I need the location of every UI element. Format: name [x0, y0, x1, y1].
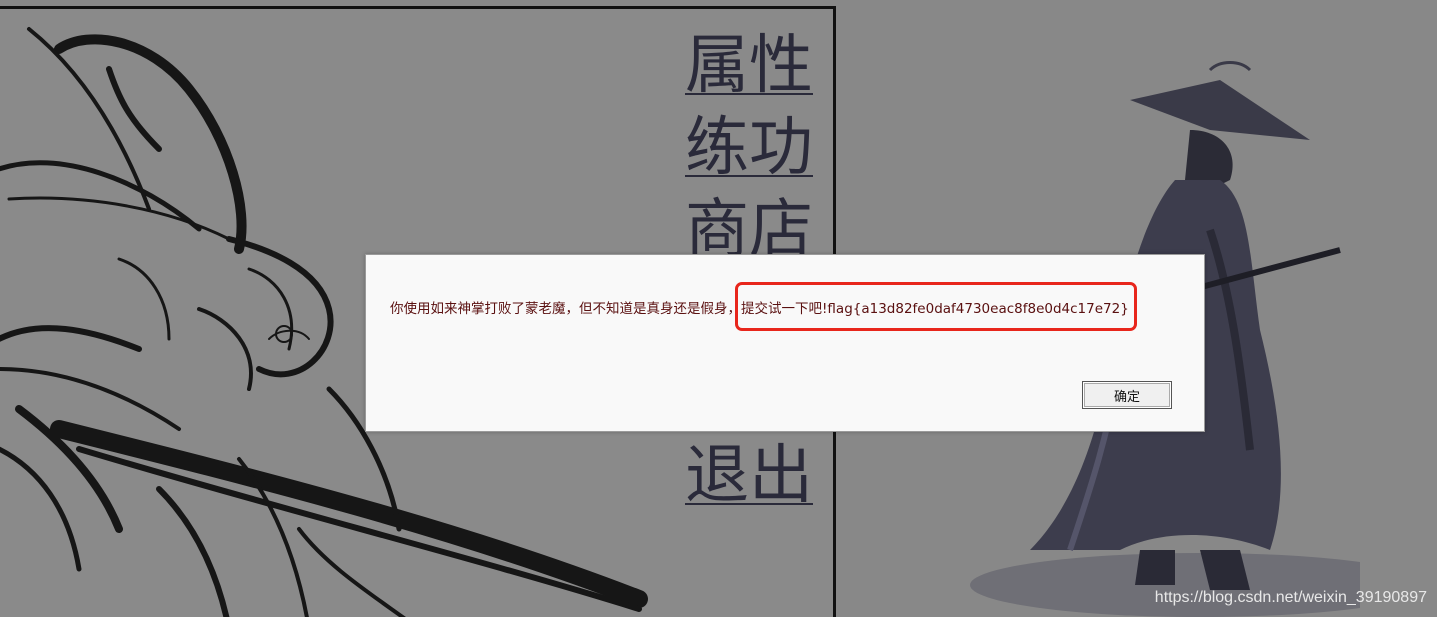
flag-highlight: 提交试一下吧!flag{a13d82fe0daf4730eac8f8e0d4c1… — [735, 282, 1137, 331]
game-menu: 属性 练功 商店 退出 — [685, 25, 825, 513]
menu-link-training[interactable]: 练功 — [685, 107, 825, 189]
watermark: https://blog.csdn.net/weixin_39190897 — [1154, 589, 1427, 606]
dialog-message-text: 你使用如来神掌打败了蒙老魔，但不知道是真身还是假身， — [390, 301, 741, 317]
dialog-message: 你使用如来神掌打败了蒙老魔，但不知道是真身还是假身，提交试一下吧!flag{a1… — [390, 282, 1137, 331]
menu-link-attributes[interactable]: 属性 — [685, 25, 825, 107]
menu-link-exit[interactable]: 退出 — [685, 435, 813, 517]
alert-dialog: 你使用如来神掌打败了蒙老魔，但不知道是真身还是假身，提交试一下吧!flag{a1… — [365, 254, 1205, 432]
ok-button[interactable]: 确定 — [1082, 381, 1172, 409]
page: 属性 练功 商店 退出 https://blog.csdn.net/weixin… — [0, 0, 1437, 617]
